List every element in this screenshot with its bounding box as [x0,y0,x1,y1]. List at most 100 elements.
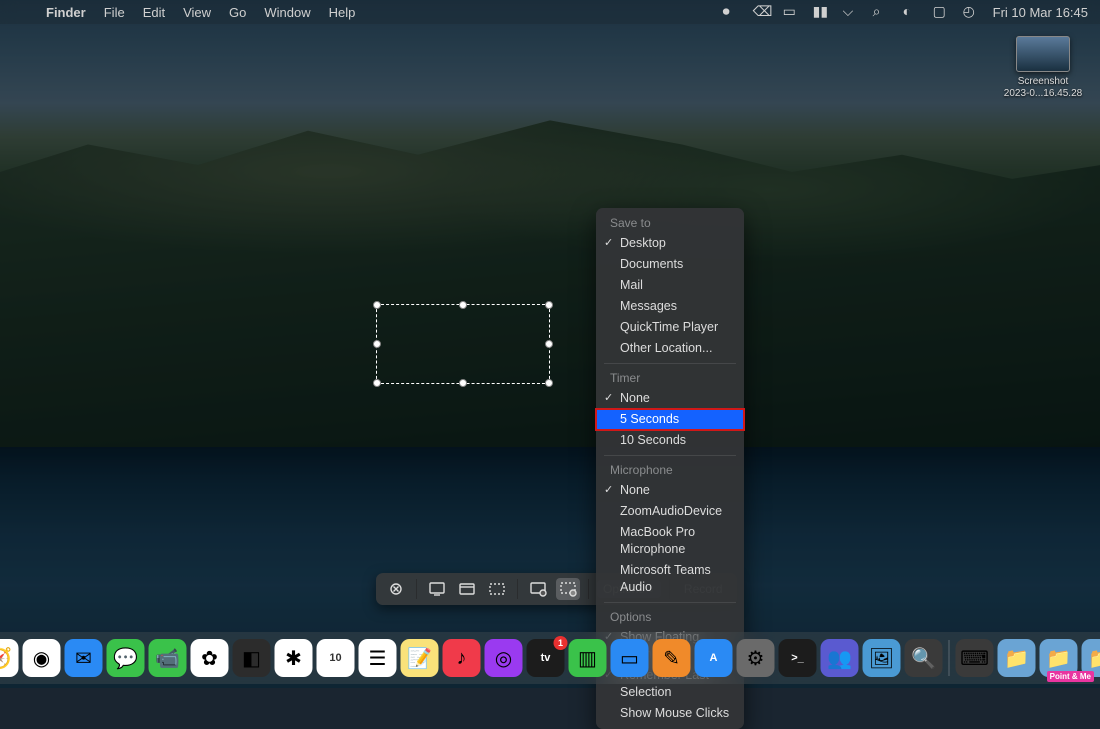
menu-item-label: Microsoft Teams Audio [620,563,711,594]
check-icon: ✓ [604,390,613,407]
close-icon[interactable] [384,578,408,600]
dock-app-messages[interactable]: 💬 [107,639,145,677]
capture-selection-icon[interactable] [485,578,509,600]
screenmirror-icon[interactable]: ▢ [933,4,949,20]
menu-item[interactable]: QuickTime Player [596,317,744,338]
desktop-icon[interactable]: ▭ [783,4,799,20]
dock-app-settings[interactable]: ⚙ [737,639,775,677]
resize-handle[interactable] [459,301,467,309]
wifi-icon[interactable]: ⌵ [843,4,859,20]
menu-item-label: QuickTime Player [620,320,718,334]
menu-item-label: 10 Seconds [620,433,686,447]
menu-item[interactable]: MacBook Pro Microphone [596,522,744,560]
menu-item-label: Mail [620,278,643,292]
capture-selection-rect[interactable] [376,304,550,384]
menu-item[interactable]: Documents [596,254,744,275]
menu-item[interactable]: Mail [596,275,744,296]
dock-app-numbers[interactable]: ▥ [569,639,607,677]
menu-item-label: None [620,483,650,497]
menubar-item-file[interactable]: File [104,5,125,20]
search-icon[interactable]: ⌕ [873,4,889,20]
menu-item[interactable]: ✓ None [596,480,744,501]
menu-item-label: Show Mouse Clicks [620,706,729,720]
dock-app-appstore[interactable]: A [695,639,733,677]
dock-app-keynote[interactable]: ▭ [611,639,649,677]
menu-section-header: Save to [596,213,744,233]
dock-app-reminders[interactable]: ☰ [359,639,397,677]
menu-item-label: ZoomAudioDevice [620,504,722,518]
dock-app-appletv[interactable]: tv1 [527,639,565,677]
menu-item[interactable]: Messages [596,296,744,317]
dock-app-keyboard[interactable]: ⌨ [956,639,994,677]
dock-app-podcasts[interactable]: ◎ [485,639,523,677]
menu-item-label: 5 Seconds [620,412,679,426]
screenshot-thumbnail-label: Screenshot2023-0...16.45.28 [1002,76,1084,100]
capture-window-icon[interactable] [455,578,479,600]
resize-handle[interactable] [459,379,467,387]
dock-app-slack[interactable]: ✱ [275,639,313,677]
menu-section-header: Timer [596,368,744,388]
menu-item[interactable]: ✓ None [596,388,744,409]
dock-app-chrome[interactable]: ◉ [23,639,61,677]
menu-item[interactable]: 10 Seconds [596,430,744,451]
dock-app-calendar[interactable]: 10 [317,639,355,677]
dock-app-facetime[interactable]: 📹 [149,639,187,677]
menubar: Finder File Edit View Go Window Help ⏺ ⌫… [0,0,1100,24]
dock-app-mail[interactable]: ✉ [65,639,103,677]
menu-item[interactable]: ✓ Desktop [596,233,744,254]
bluetooth-off-icon[interactable]: ⌫ [753,4,769,20]
resize-handle[interactable] [545,301,553,309]
menu-section-header: Options [596,607,744,627]
menubar-item-window[interactable]: Window [264,5,310,20]
dock-app-pages[interactable]: ✎ [653,639,691,677]
dock-app-teams[interactable]: 👥 [821,639,859,677]
siri-icon[interactable]: ◐ [903,4,919,20]
menu-item[interactable]: Microsoft Teams Audio [596,560,744,598]
menu-item-label: Desktop [620,236,666,250]
menu-item[interactable]: Show Mouse Clicks [596,703,744,724]
dock-app-magnifier[interactable]: 🔍 [905,639,943,677]
menu-item[interactable]: 5 Seconds [596,409,744,430]
dock-app-terminal[interactable]: >_ [779,639,817,677]
menu-item-label: Other Location... [620,341,712,355]
resize-handle[interactable] [373,340,381,348]
resize-handle[interactable] [373,301,381,309]
dock-app-safari[interactable]: 🧭 [0,639,19,677]
capture-screen-icon[interactable] [425,578,449,600]
dock: 🙂▦🧭◉✉💬📹✿◧✱10☰📝♪◎tv1▥▭✎A⚙>_👥🖼🔍 ⌨📁📁📁📄🗑 [0,632,1100,684]
menu-item-label: Messages [620,299,677,313]
dock-app-folder1[interactable]: 📁 [998,639,1036,677]
battery-icon[interactable]: ▮▮ [813,4,829,20]
dock-separator [949,640,950,676]
menubar-item-edit[interactable]: Edit [143,5,165,20]
dock-app-figma[interactable]: ◧ [233,639,271,677]
menubar-datetime[interactable]: Fri 10 Mar 16:45 [993,5,1088,20]
check-icon: ✓ [604,235,613,252]
menubar-item-help[interactable]: Help [329,5,356,20]
menu-section-header: Microphone [596,460,744,480]
record-selection-icon[interactable] [556,578,580,600]
check-icon: ✓ [604,482,613,499]
menu-item[interactable]: Other Location... [596,338,744,359]
watermark-badge: Point & Me [1047,671,1094,682]
badge: 1 [554,636,568,650]
controlcenter-icon[interactable]: ◴ [963,4,979,20]
camera-icon[interactable]: ⏺ [723,4,739,20]
dock-app-notes[interactable]: 📝 [401,639,439,677]
apple-menu-icon[interactable] [12,4,28,20]
dock-app-photos[interactable]: ✿ [191,639,229,677]
resize-handle[interactable] [373,379,381,387]
menu-item-label: MacBook Pro Microphone [620,525,695,556]
dock-app-preview[interactable]: 🖼 [863,639,901,677]
menubar-item-go[interactable]: Go [229,5,246,20]
menubar-item-view[interactable]: View [183,5,211,20]
screenshot-thumbnail[interactable] [1016,36,1070,72]
menubar-app-name[interactable]: Finder [46,5,86,20]
menu-item-label: None [620,391,650,405]
resize-handle[interactable] [545,379,553,387]
record-screen-icon[interactable] [526,578,550,600]
resize-handle[interactable] [545,340,553,348]
menu-item-label: Documents [620,257,683,271]
dock-app-music[interactable]: ♪ [443,639,481,677]
menu-item[interactable]: ZoomAudioDevice [596,501,744,522]
